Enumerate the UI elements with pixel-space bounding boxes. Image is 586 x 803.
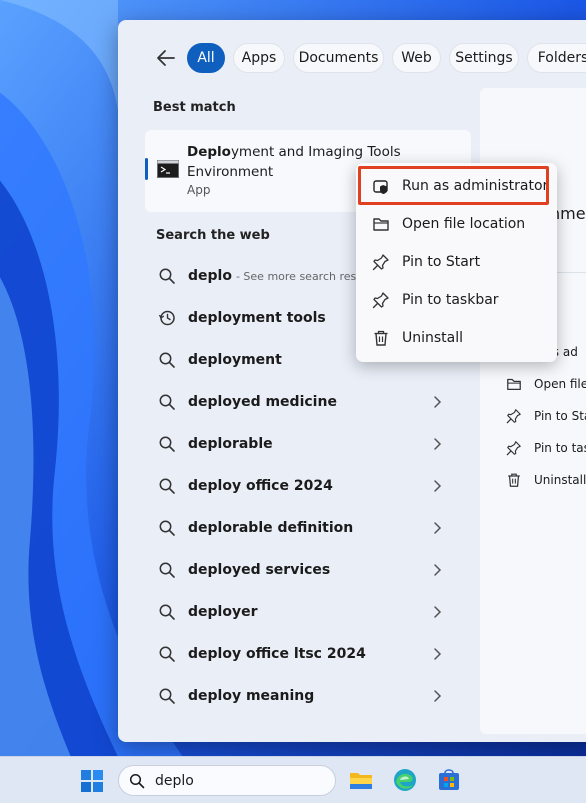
chevron-right-icon bbox=[434, 564, 442, 576]
chevron-right-icon bbox=[434, 648, 442, 660]
context-menu-item[interactable]: Open file location bbox=[360, 207, 553, 241]
search-icon bbox=[129, 773, 145, 788]
pin-icon bbox=[506, 441, 521, 456]
web-result-label: deployer bbox=[188, 604, 258, 620]
filter-chip-settings[interactable]: Settings bbox=[449, 43, 519, 73]
web-result-label: deplorable definition bbox=[188, 520, 354, 536]
back-arrow-icon[interactable] bbox=[154, 47, 178, 69]
search-icon bbox=[159, 436, 175, 452]
search-icon bbox=[159, 268, 175, 284]
taskbar-search-input[interactable] bbox=[153, 771, 327, 790]
web-result-label: deployed services bbox=[188, 562, 331, 578]
context-menu-label: Run as administrator bbox=[402, 178, 549, 194]
history-icon bbox=[158, 310, 175, 326]
context-menu-item[interactable]: Uninstall bbox=[360, 321, 553, 355]
search-icon bbox=[159, 394, 175, 410]
web-result-item[interactable]: deploy office 2024 bbox=[148, 470, 458, 502]
context-menu: Run as administrator Open file location Pi… bbox=[356, 163, 557, 362]
details-action-item[interactable]: Open file bbox=[506, 376, 586, 392]
web-result-item[interactable]: deployed services bbox=[148, 554, 458, 586]
search-icon bbox=[159, 562, 175, 578]
search-icon bbox=[159, 352, 175, 368]
search-web-heading: Search the web bbox=[156, 228, 270, 243]
chevron-right-icon bbox=[434, 438, 442, 450]
filter-chip-apps[interactable]: Apps bbox=[233, 43, 285, 73]
folder-icon bbox=[373, 218, 389, 231]
details-action-label: Pin to Sta bbox=[534, 409, 586, 423]
chevron-right-icon bbox=[434, 690, 442, 702]
web-result-label: deploy office 2024 bbox=[188, 478, 333, 494]
web-result-item[interactable]: deploy meaning bbox=[148, 680, 458, 712]
chevron-right-icon bbox=[434, 396, 442, 408]
search-icon bbox=[159, 604, 175, 620]
command-prompt-icon bbox=[157, 160, 179, 178]
web-result-label: deployed medicine bbox=[188, 394, 337, 410]
best-match-type: App bbox=[187, 183, 211, 197]
best-match-heading: Best match bbox=[153, 100, 236, 115]
filter-chip-web[interactable]: Web bbox=[392, 43, 441, 73]
context-menu-label: Uninstall bbox=[402, 330, 464, 346]
taskbar bbox=[0, 756, 586, 803]
web-result-label: deployment bbox=[188, 352, 282, 368]
web-result-item[interactable]: deploy office ltsc 2024 bbox=[148, 638, 458, 670]
web-result-item[interactable]: deployed medicine bbox=[148, 386, 458, 418]
web-result-item[interactable]: deplorable definition bbox=[148, 512, 458, 544]
edge-icon[interactable] bbox=[392, 767, 418, 793]
web-result-label: deplorable bbox=[188, 436, 273, 452]
web-result-item[interactable]: deplorable bbox=[148, 428, 458, 460]
trash-icon bbox=[374, 330, 388, 346]
context-menu-item[interactable]: Pin to taskbar bbox=[360, 283, 553, 317]
details-action-label: Open file bbox=[534, 377, 586, 391]
filter-chip-folders[interactable]: Folders bbox=[527, 43, 586, 73]
web-result-label: deploy meaning bbox=[188, 688, 315, 704]
web-result-label: deploy office ltsc 2024 bbox=[188, 646, 366, 662]
context-menu-item[interactable]: Run as administrator bbox=[360, 169, 553, 203]
chevron-right-icon bbox=[434, 522, 442, 534]
details-action-item[interactable]: Uninstall bbox=[506, 472, 586, 488]
web-result-label: deployment tools bbox=[188, 310, 326, 326]
pin-icon bbox=[372, 292, 389, 309]
search-icon bbox=[159, 520, 175, 536]
search-panel: All Apps Documents Web Settings Folders … bbox=[118, 20, 586, 742]
start-icon[interactable] bbox=[80, 769, 104, 793]
context-menu-label: Pin to taskbar bbox=[402, 292, 499, 308]
details-action-item[interactable]: Pin to tas bbox=[506, 440, 586, 456]
folder-icon bbox=[507, 378, 521, 390]
details-action-label: Pin to tas bbox=[534, 441, 586, 455]
context-menu-label: Pin to Start bbox=[402, 254, 481, 270]
taskbar-search-box[interactable] bbox=[118, 765, 336, 796]
filter-chip-all[interactable]: All bbox=[187, 43, 225, 73]
chevron-right-icon bbox=[434, 606, 442, 618]
pin-icon bbox=[372, 254, 389, 271]
chevron-right-icon bbox=[434, 480, 442, 492]
details-action-item[interactable]: Pin to Sta bbox=[506, 408, 586, 424]
context-menu-item[interactable]: Pin to Start bbox=[360, 245, 553, 279]
web-result-item[interactable]: deployer bbox=[148, 596, 458, 628]
details-action-label: Uninstall bbox=[534, 473, 586, 487]
file-explorer-icon[interactable] bbox=[348, 767, 374, 793]
filter-chip-documents[interactable]: Documents bbox=[293, 43, 384, 73]
search-icon bbox=[159, 688, 175, 704]
store-icon[interactable] bbox=[436, 767, 462, 793]
selection-accent bbox=[145, 158, 148, 180]
web-result-label: deplo bbox=[188, 268, 232, 284]
shield-icon bbox=[373, 180, 388, 194]
search-icon bbox=[159, 646, 175, 662]
trash-icon bbox=[508, 473, 520, 487]
search-icon bbox=[159, 478, 175, 494]
pin-icon bbox=[506, 409, 521, 424]
context-menu-label: Open file location bbox=[402, 216, 526, 232]
